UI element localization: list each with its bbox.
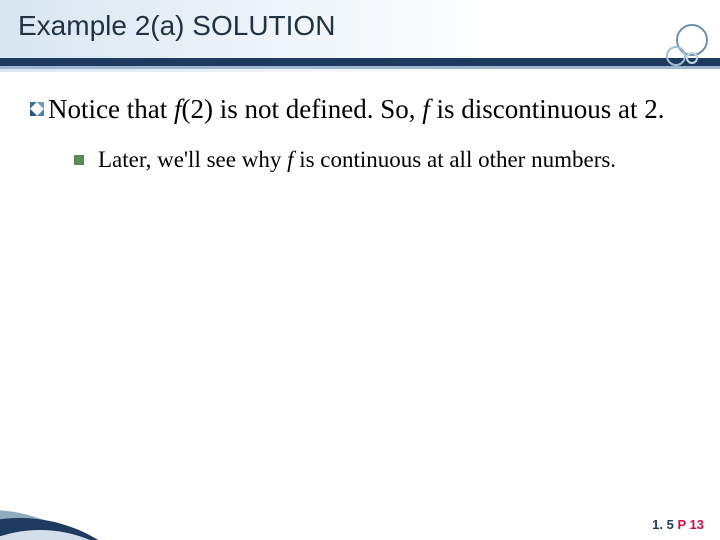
slide-header: Example 2(a) SOLUTION — [0, 0, 720, 72]
slide: Example 2(a) SOLUTION Notice that f(2) i… — [0, 0, 720, 540]
page-number: 1. 5 P 13 — [652, 517, 704, 532]
square-bullet-icon — [74, 155, 84, 165]
text-fragment: is discontinuous at 2. — [430, 94, 665, 124]
footer-decoration — [0, 500, 200, 540]
slide-title: Example 2(a) SOLUTION — [18, 10, 335, 42]
header-rule-light — [0, 66, 720, 69]
text-fragment: is continuous at all other numbers. — [293, 147, 616, 172]
math-f: f — [422, 94, 430, 124]
slide-body: Notice that f(2) is not defined. So, f i… — [0, 72, 720, 174]
text-fragment: Later, we'll see why — [98, 147, 287, 172]
text-fragment: Notice that — [48, 94, 174, 124]
header-rule-dark — [0, 58, 720, 66]
page-label: P 13 — [677, 517, 704, 532]
sub-bullet: Later, we'll see why f is continuous at … — [74, 145, 690, 175]
section-number: 1. 5 — [652, 517, 674, 532]
sub-bullet-text: Later, we'll see why f is continuous at … — [98, 145, 616, 175]
main-bullet: Notice that f(2) is not defined. So, f i… — [30, 92, 690, 127]
text-fragment: (2) is not defined. So, — [181, 94, 422, 124]
decorative-circles — [666, 24, 708, 66]
diamond-bullet-icon — [30, 102, 44, 116]
main-bullet-text: Notice that f(2) is not defined. So, f i… — [48, 92, 664, 127]
